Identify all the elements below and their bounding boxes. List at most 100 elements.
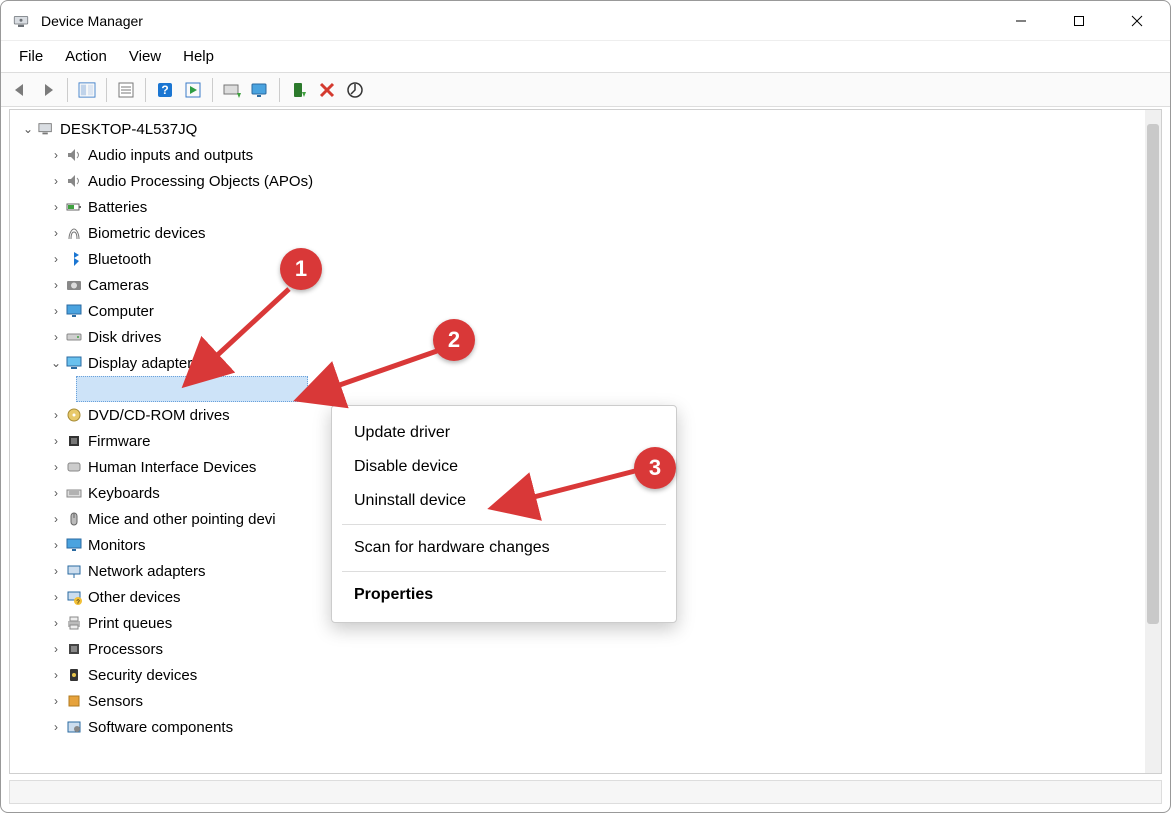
tree-node[interactable]: › Biometric devices — [20, 220, 1161, 246]
tree-child-selected[interactable] — [20, 376, 1161, 402]
context-menu-separator — [342, 524, 666, 525]
vertical-scrollbar[interactable] — [1145, 110, 1161, 773]
tree-root-node[interactable]: ⌄ DESKTOP-4L537JQ — [20, 116, 1161, 142]
tree-node[interactable]: ›Batteries — [20, 194, 1161, 220]
annotation-number: 2 — [448, 327, 460, 353]
tree-root-label: DESKTOP-4L537JQ — [60, 122, 197, 137]
tree-node-label: Biometric devices — [88, 226, 206, 241]
expand-icon[interactable]: › — [48, 461, 64, 473]
context-menu-separator — [342, 571, 666, 572]
menu-file[interactable]: File — [9, 44, 53, 69]
cm-update-driver[interactable]: Update driver — [332, 416, 676, 450]
bluetooth-icon — [64, 251, 84, 267]
expand-icon[interactable]: › — [48, 409, 64, 421]
monitor-icon — [64, 537, 84, 553]
menu-help[interactable]: Help — [173, 44, 224, 69]
forward-button[interactable] — [35, 77, 61, 103]
cm-properties[interactable]: Properties — [332, 578, 676, 612]
camera-icon — [64, 277, 84, 293]
tree-node-label: Bluetooth — [88, 252, 151, 267]
action-button[interactable] — [180, 77, 206, 103]
toolbar-separator — [106, 78, 107, 102]
menu-view[interactable]: View — [119, 44, 171, 69]
scrollbar-thumb[interactable] — [1147, 124, 1159, 624]
tree-node[interactable]: ⌄ Display adapters — [20, 350, 1161, 376]
window-controls — [992, 1, 1166, 41]
tree-node-label: Keyboards — [88, 486, 160, 501]
cm-scan-hardware[interactable]: Scan for hardware changes — [332, 531, 676, 565]
back-button[interactable] — [7, 77, 33, 103]
tree-node[interactable]: ›Computer — [20, 298, 1161, 324]
expand-icon[interactable]: › — [48, 279, 64, 291]
help-button[interactable]: ? — [152, 77, 178, 103]
tree-node-label: Audio inputs and outputs — [88, 148, 253, 163]
tree-node[interactable]: ›Cameras — [20, 272, 1161, 298]
tree-node-label: Disk drives — [88, 330, 161, 345]
annotation-number: 1 — [295, 256, 307, 282]
uninstall-device-button[interactable] — [314, 77, 340, 103]
tree-node-label: Monitors — [88, 538, 146, 553]
tree-node-label: Security devices — [88, 668, 197, 683]
expand-icon[interactable]: › — [48, 513, 64, 525]
expand-icon[interactable]: › — [48, 149, 64, 161]
minimize-button[interactable] — [992, 1, 1050, 41]
expand-icon[interactable]: › — [48, 565, 64, 577]
tree-node[interactable]: › Disk drives — [20, 324, 1161, 350]
software-icon — [64, 719, 84, 735]
display-icon — [64, 355, 84, 371]
expand-icon[interactable]: › — [48, 591, 64, 603]
expand-icon[interactable]: › — [48, 305, 64, 317]
enable-device-button[interactable] — [286, 77, 312, 103]
chip-icon — [64, 433, 84, 449]
expand-icon[interactable]: › — [48, 201, 64, 213]
tree-node-label: Audio Processing Objects (APOs) — [88, 174, 313, 189]
toolbar-separator — [145, 78, 146, 102]
expand-icon[interactable]: › — [48, 617, 64, 629]
scan-hardware-button[interactable] — [247, 77, 273, 103]
close-button[interactable] — [1108, 1, 1166, 41]
show-hide-console-tree-button[interactable] — [74, 77, 100, 103]
menu-action[interactable]: Action — [55, 44, 117, 69]
annotation-bubble-1: 1 — [280, 248, 322, 290]
tree-node-label: Other devices — [88, 590, 181, 605]
battery-icon — [64, 199, 84, 215]
tree-node[interactable]: ›Software components — [20, 714, 1161, 740]
update-driver-button[interactable] — [219, 77, 245, 103]
annotation-bubble-2: 2 — [433, 319, 475, 361]
expand-icon[interactable]: › — [48, 253, 64, 265]
tree-node-label: Firmware — [88, 434, 151, 449]
expand-icon[interactable]: › — [48, 695, 64, 707]
maximize-button[interactable] — [1050, 1, 1108, 41]
expand-icon[interactable]: › — [48, 331, 64, 343]
collapse-icon[interactable]: ⌄ — [20, 123, 36, 135]
tree-node-label: Processors — [88, 642, 163, 657]
expand-icon[interactable]: › — [48, 643, 64, 655]
tree-node[interactable]: ›Sensors — [20, 688, 1161, 714]
expand-icon[interactable]: › — [48, 721, 64, 733]
disable-device-button[interactable] — [342, 77, 368, 103]
tree-node[interactable]: › Processors — [20, 636, 1161, 662]
window-title: Device Manager — [41, 13, 143, 29]
status-bar — [9, 780, 1162, 804]
title-bar: Device Manager — [1, 1, 1170, 41]
expand-icon[interactable]: ⌄ — [48, 357, 64, 369]
tree-node[interactable]: › Audio inputs and outputs — [20, 142, 1161, 168]
toolbar-separator — [279, 78, 280, 102]
tree-node[interactable]: › Audio Processing Objects (APOs) — [20, 168, 1161, 194]
tree-node[interactable]: › Bluetooth — [20, 246, 1161, 272]
expand-icon[interactable]: › — [48, 669, 64, 681]
tree-node[interactable]: › Security devices — [20, 662, 1161, 688]
network-icon — [64, 563, 84, 579]
tree-node-label: DVD/CD-ROM drives — [88, 408, 230, 423]
expand-icon[interactable]: › — [48, 487, 64, 499]
app-icon — [11, 11, 31, 31]
tree-node-label: Display adapters — [88, 356, 200, 371]
expand-icon[interactable]: › — [48, 435, 64, 447]
expand-icon[interactable]: › — [48, 227, 64, 239]
expand-icon[interactable]: › — [48, 175, 64, 187]
security-icon — [64, 667, 84, 683]
cm-disable-device[interactable]: Disable device — [332, 450, 676, 484]
properties-button[interactable] — [113, 77, 139, 103]
expand-icon[interactable]: › — [48, 539, 64, 551]
cm-uninstall-device[interactable]: Uninstall device — [332, 484, 676, 518]
